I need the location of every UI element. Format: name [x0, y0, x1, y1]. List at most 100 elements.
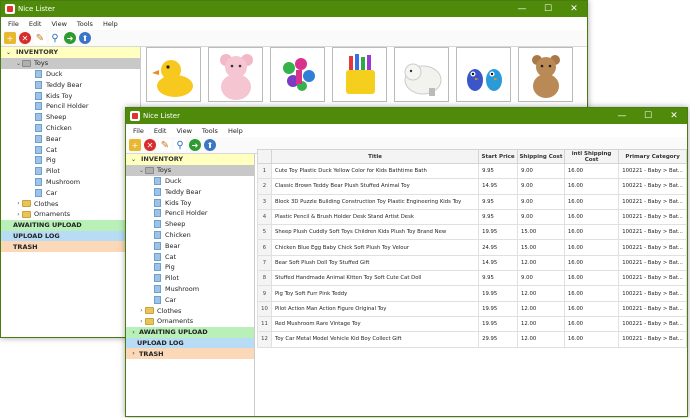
table-cell[interactable]: 100221 - Baby > Bat... — [618, 331, 687, 348]
close-button[interactable]: ✕ — [561, 1, 587, 17]
menu-file[interactable]: File — [3, 20, 24, 28]
table-row[interactable]: 9 Pig Toy Soft Furr Pink Teddy 19.95 12.00 1… — [257, 285, 687, 302]
delete-icon[interactable]: ✕ — [19, 32, 31, 44]
table-cell[interactable]: Pilot Action Man Action Figure Original … — [270, 300, 480, 317]
table-cell[interactable]: 100221 - Baby > Bat... — [618, 300, 687, 317]
table-cell[interactable]: 100221 - Baby > Bat... — [618, 162, 687, 180]
back-title-bar[interactable]: Nice Lister — ☐ ✕ — [1, 1, 587, 17]
table-cell[interactable]: Sheep Plush Cuddly Soft Toys Children Ki… — [270, 224, 480, 241]
column-header-intl-shipping-cost[interactable]: intl Shipping Cost — [563, 149, 620, 164]
table-cell[interactable]: 9.95 — [478, 208, 519, 226]
table-cell[interactable]: 29.95 — [478, 331, 519, 348]
table-cell[interactable]: 100221 - Baby > Bat... — [618, 254, 687, 272]
tree-item[interactable]: Pig — [1, 155, 140, 166]
table-cell[interactable]: 100221 - Baby > Bat... — [618, 208, 687, 226]
table-row[interactable]: 4 Plastic Pencil & Brush Holder Desk Stan… — [257, 208, 687, 226]
table-row[interactable]: 8 Stuffed Handmade Animal Kitten Toy Soft… — [257, 270, 687, 287]
table-row[interactable]: 3 Block 3D Puzzle Building Construction T… — [257, 193, 687, 210]
column-header-primary-category[interactable]: Primary Category — [618, 149, 687, 164]
table-cell[interactable]: 12.00 — [517, 254, 565, 272]
thumbnail-sheep[interactable] — [394, 47, 449, 102]
table-cell[interactable]: 16.00 — [563, 239, 620, 256]
menu-tools[interactable]: Tools — [197, 127, 223, 135]
table-cell[interactable]: 16.00 — [563, 254, 620, 272]
expander[interactable]: › — [130, 350, 137, 357]
maximize-button[interactable]: ☐ — [535, 1, 561, 17]
edit-icon[interactable]: ✎ — [34, 32, 46, 44]
tree-toys[interactable]: ⌄ Toys — [126, 164, 254, 176]
tree-item[interactable]: Cat — [126, 251, 254, 262]
tree-trash[interactable]: › TRASH — [126, 348, 254, 360]
close-button[interactable]: ✕ — [661, 108, 687, 124]
expander[interactable]: › — [138, 318, 145, 325]
tree-item[interactable]: Kids Toy — [1, 90, 140, 101]
thumbnail-chicken[interactable] — [456, 47, 511, 102]
tree-item[interactable]: Pilot — [126, 273, 254, 284]
tree-item[interactable]: Bear — [1, 133, 140, 144]
table-cell[interactable]: Block 3D Puzzle Building Construction To… — [270, 193, 480, 210]
tree-item[interactable]: Mushroom — [1, 177, 140, 188]
tree-item[interactable]: Pig — [126, 262, 254, 273]
table-cell[interactable]: 9.00 — [517, 270, 565, 287]
tree-awaiting-upload[interactable]: AWAITING UPLOAD — [1, 219, 140, 231]
table-cell[interactable]: 16.00 — [563, 270, 620, 287]
thumbnail-pencil-holder[interactable] — [332, 47, 387, 102]
table-row[interactable]: 1 Cute Toy Plastic Duck Yellow Color for … — [257, 162, 687, 180]
table-cell[interactable]: 9.00 — [517, 162, 565, 180]
upload-icon[interactable]: ⬆ — [204, 139, 216, 151]
table-cell[interactable]: 100221 - Baby > Bat... — [618, 178, 687, 195]
table-row[interactable]: 6 Chicken Blue Egg Baby Chick Soft Plush … — [257, 239, 687, 256]
tree-item[interactable]: Teddy Bear — [1, 79, 140, 90]
table-cell[interactable]: 16.00 — [563, 224, 620, 241]
tree-item[interactable]: Pencil Holder — [126, 208, 254, 219]
table-cell[interactable]: 100221 - Baby > Bat... — [618, 193, 687, 210]
table-cell[interactable]: 16.00 — [563, 178, 620, 195]
table-cell[interactable]: 16.00 — [563, 315, 620, 333]
table-row[interactable]: 12 Toy Car Metal Model Vehicle Kid Boy Co… — [257, 331, 687, 348]
tree-item[interactable]: Sheep — [1, 112, 140, 123]
tree-inventory[interactable]: ⌄ INVENTORY — [126, 154, 254, 165]
table-cell[interactable]: 19.95 — [478, 300, 519, 317]
tree-item[interactable]: Mushroom — [126, 284, 254, 295]
tree-inventory[interactable]: ⌄ INVENTORY — [1, 47, 140, 58]
menu-help[interactable]: Help — [98, 20, 123, 28]
tree-item[interactable]: Duck — [126, 176, 254, 187]
column-header-shipping-cost[interactable]: Shipping Cost — [517, 149, 565, 164]
expander[interactable]: › — [138, 307, 145, 314]
menu-tools[interactable]: Tools — [72, 20, 98, 28]
expander[interactable]: › — [130, 329, 137, 336]
table-cell[interactable]: Cute Toy Plastic Duck Yellow Color for K… — [270, 162, 480, 180]
expander[interactable]: ⌄ — [130, 156, 137, 163]
table-cell[interactable]: 16.00 — [563, 162, 620, 180]
table-cell[interactable]: 14.95 — [478, 254, 519, 272]
table-cell[interactable]: Red Mushroom Rare Vintage Toy — [270, 315, 480, 333]
table-cell[interactable]: Stuffed Handmade Animal Kitten Toy Soft … — [270, 270, 480, 287]
table-row[interactable]: 10 Pilot Action Man Action Figure Origina… — [257, 300, 687, 317]
thumbnail-kids-toy[interactable] — [270, 47, 325, 102]
tree-upload-log[interactable]: UPLOAD LOG — [1, 230, 140, 242]
expander[interactable]: ⌄ — [5, 49, 12, 56]
table-cell[interactable]: Bear Soft Plush Doll Toy Stuffed Gift — [270, 254, 480, 272]
tree-item[interactable]: Chicken — [126, 230, 254, 241]
tree-ornaments[interactable]: › Ornaments — [1, 209, 140, 220]
table-cell[interactable]: 100221 - Baby > Bat... — [618, 224, 687, 241]
table-cell[interactable]: 19.95 — [478, 315, 519, 333]
maximize-button[interactable]: ☐ — [635, 108, 661, 124]
table-cell[interactable]: 12.00 — [517, 300, 565, 317]
table-cell[interactable]: 15.00 — [517, 239, 565, 256]
table-cell[interactable]: 9.95 — [478, 162, 519, 180]
table-cell[interactable]: Chicken Blue Egg Baby Chick Soft Plush T… — [270, 239, 480, 256]
export-icon[interactable]: ➜ — [189, 139, 201, 151]
table-row[interactable]: 11 Red Mushroom Rare Vintage Toy 19.95 12.0… — [257, 315, 687, 333]
table-cell[interactable]: 16.00 — [563, 208, 620, 226]
search-icon[interactable]: ⚲ — [49, 32, 61, 44]
tree-item[interactable]: Kids Toy — [126, 197, 254, 208]
table-cell[interactable]: 14.95 — [478, 178, 519, 195]
tree-ornaments[interactable]: › Ornaments — [126, 316, 254, 327]
table-row[interactable]: 5 Sheep Plush Cuddly Soft Toys Children K… — [257, 224, 687, 241]
tree-item[interactable]: Car — [126, 294, 254, 305]
menu-edit[interactable]: Edit — [24, 20, 47, 28]
table-cell[interactable]: 12.00 — [517, 285, 565, 302]
table-cell[interactable]: 12.00 — [517, 331, 565, 348]
tree-item[interactable]: Duck — [1, 69, 140, 80]
